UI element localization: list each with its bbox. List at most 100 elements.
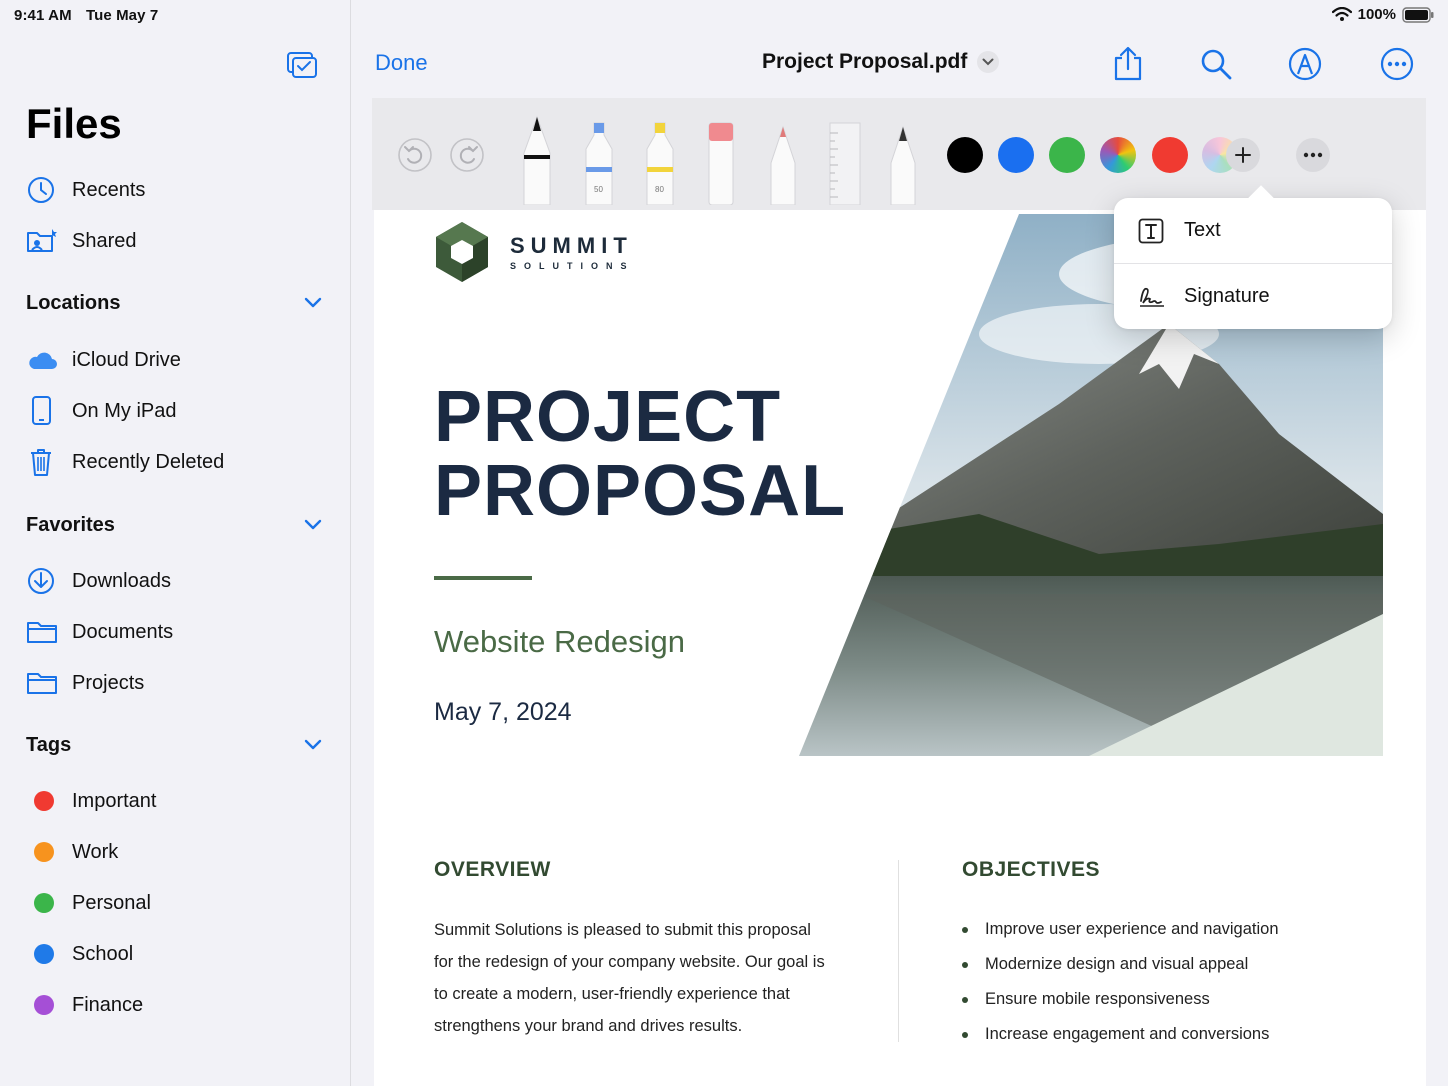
color-blue-swatch[interactable] [998,137,1034,173]
color-multicolor-swatch[interactable] [1100,137,1136,173]
sidebar-title: Files [26,100,122,147]
marker-tool-blue[interactable]: 50 [584,121,614,210]
sidebar-item-projects[interactable]: Projects [26,663,326,703]
heading-line-1: PROJECT [434,377,782,457]
ipad-icon [26,395,62,427]
sidebar-tag-important[interactable]: Important [26,781,326,821]
search-button[interactable] [1196,44,1236,84]
tag-label: Important [72,789,157,812]
document-subtitle: Website Redesign [434,624,686,659]
done-button[interactable]: Done [375,50,428,76]
share-button[interactable] [1108,44,1148,84]
tag-label: Work [72,840,119,863]
tag-dot-icon [34,995,54,1015]
redo-button[interactable] [450,138,484,172]
sidebar-item-label: Projects [72,671,145,694]
more-icon [1380,47,1414,81]
sidebar-item-label: iCloud Drive [72,348,181,371]
sidebar-item-recently-deleted[interactable]: Recently Deleted [26,442,326,482]
popover-item-label: Text [1184,219,1221,241]
document-viewer: 100% Done Project Proposal.pdf 50 80 SUM… [352,0,1448,1086]
objective-text: Improve user experience and navigation [985,920,1279,938]
folder-icon [26,667,62,699]
eraser-tool[interactable] [706,121,736,210]
wifi-icon [1331,7,1352,21]
color-red-swatch[interactable] [1152,137,1188,173]
undo-button[interactable] [398,138,432,172]
list-item: Modernize design and visual appeal [962,947,1279,982]
color-black-swatch[interactable] [947,137,983,173]
plus-icon [1235,147,1251,163]
list-item: Improve user experience and navigation [962,912,1279,947]
section-title: Favorites [26,513,115,536]
share-icon [1114,46,1142,81]
section-favorites[interactable]: Favorites [26,510,322,540]
sidebar-tag-work[interactable]: Work [26,832,326,872]
sidebar-item-downloads[interactable]: Downloads [26,561,326,601]
sidebar-toggle-icon[interactable] [286,50,318,80]
sidebar-tag-school[interactable]: School [26,934,326,974]
objective-text: Ensure mobile responsiveness [985,990,1210,1008]
document-title: Project Proposal.pdf [762,50,968,73]
status-date: Tue May 7 [85,7,159,24]
sidebar-item-label: On My iPad [72,399,177,422]
tag-dot-icon [34,893,54,913]
chevron-down-icon [304,519,322,530]
battery-icon [1402,6,1434,23]
pdf-page: SUMMIT SOLUTIONS PROJECT PROPOSAL Websit… [374,210,1426,1086]
popover-item-label: Signature [1184,285,1270,307]
company-logo: SUMMIT SOLUTIONS [434,220,635,284]
undo-icon [398,138,432,172]
sidebar-tag-personal[interactable]: Personal [26,883,326,923]
bullet-icon [962,926,968,933]
sidebar-tag-finance[interactable]: Finance [26,985,326,1025]
add-annotation-popover: Text Signature [1114,198,1392,329]
cloud-icon [26,344,62,376]
markup-button[interactable] [1285,44,1325,84]
fountain-pen-tool[interactable] [888,125,918,210]
column-divider [898,860,899,1042]
chevron-down-icon [304,739,322,750]
color-green-swatch[interactable] [1049,137,1085,173]
pen-tool[interactable] [522,105,552,210]
bullet-icon [962,996,968,1003]
signature-icon [1138,285,1168,309]
popover-item-text[interactable]: Text [1114,198,1392,263]
sidebar-item-recents[interactable]: Recents [26,170,326,210]
bullet-icon [962,1031,968,1038]
sidebar-item-documents[interactable]: Documents [26,612,326,652]
sidebar-item-shared[interactable]: Shared [26,221,326,261]
more-button[interactable] [1377,44,1417,84]
sidebar-item-icloud-drive[interactable]: iCloud Drive [26,340,326,380]
sidebar-item-on-my-ipad[interactable]: On My iPad [26,391,326,431]
marker-tool-yellow[interactable]: 80 [645,121,675,210]
pen-width-label: 50 [594,185,603,194]
company-name: SUMMIT [510,233,633,258]
tag-dot-icon [34,791,54,811]
sidebar-item-label: Documents [72,620,174,643]
popover-item-signature[interactable]: Signature [1114,264,1392,329]
status-bar-right: 100% [1331,6,1434,23]
objectives-heading: OBJECTIVES [962,858,1101,881]
pencil-tool[interactable] [768,125,798,210]
objective-text: Increase engagement and conversions [985,1025,1270,1043]
heading-line-2: PROPOSAL [434,451,847,531]
list-item: Increase engagement and conversions [962,1017,1279,1052]
ellipsis-icon [1303,152,1323,158]
section-tags[interactable]: Tags [26,730,322,760]
sidebar-item-label: Downloads [72,569,171,592]
section-title: Locations [26,291,121,314]
folder-icon [26,616,62,648]
objective-text: Modernize design and visual appeal [985,955,1249,973]
section-locations[interactable]: Locations [26,288,322,318]
document-title-menu[interactable]: Project Proposal.pdf [762,50,1000,74]
ruler-tool[interactable] [828,121,862,210]
app-window: 9:41 AM Tue May 7 Files Recents Shared L… [0,0,1448,1086]
markup-icon [1288,47,1322,81]
tag-dot-icon [34,944,54,964]
trash-icon [26,446,62,478]
add-annotation-button[interactable] [1226,138,1260,172]
list-item: Ensure mobile responsiveness [962,982,1279,1017]
toolbar-more-button[interactable] [1296,138,1330,172]
hexagon-logo-icon [436,222,488,282]
